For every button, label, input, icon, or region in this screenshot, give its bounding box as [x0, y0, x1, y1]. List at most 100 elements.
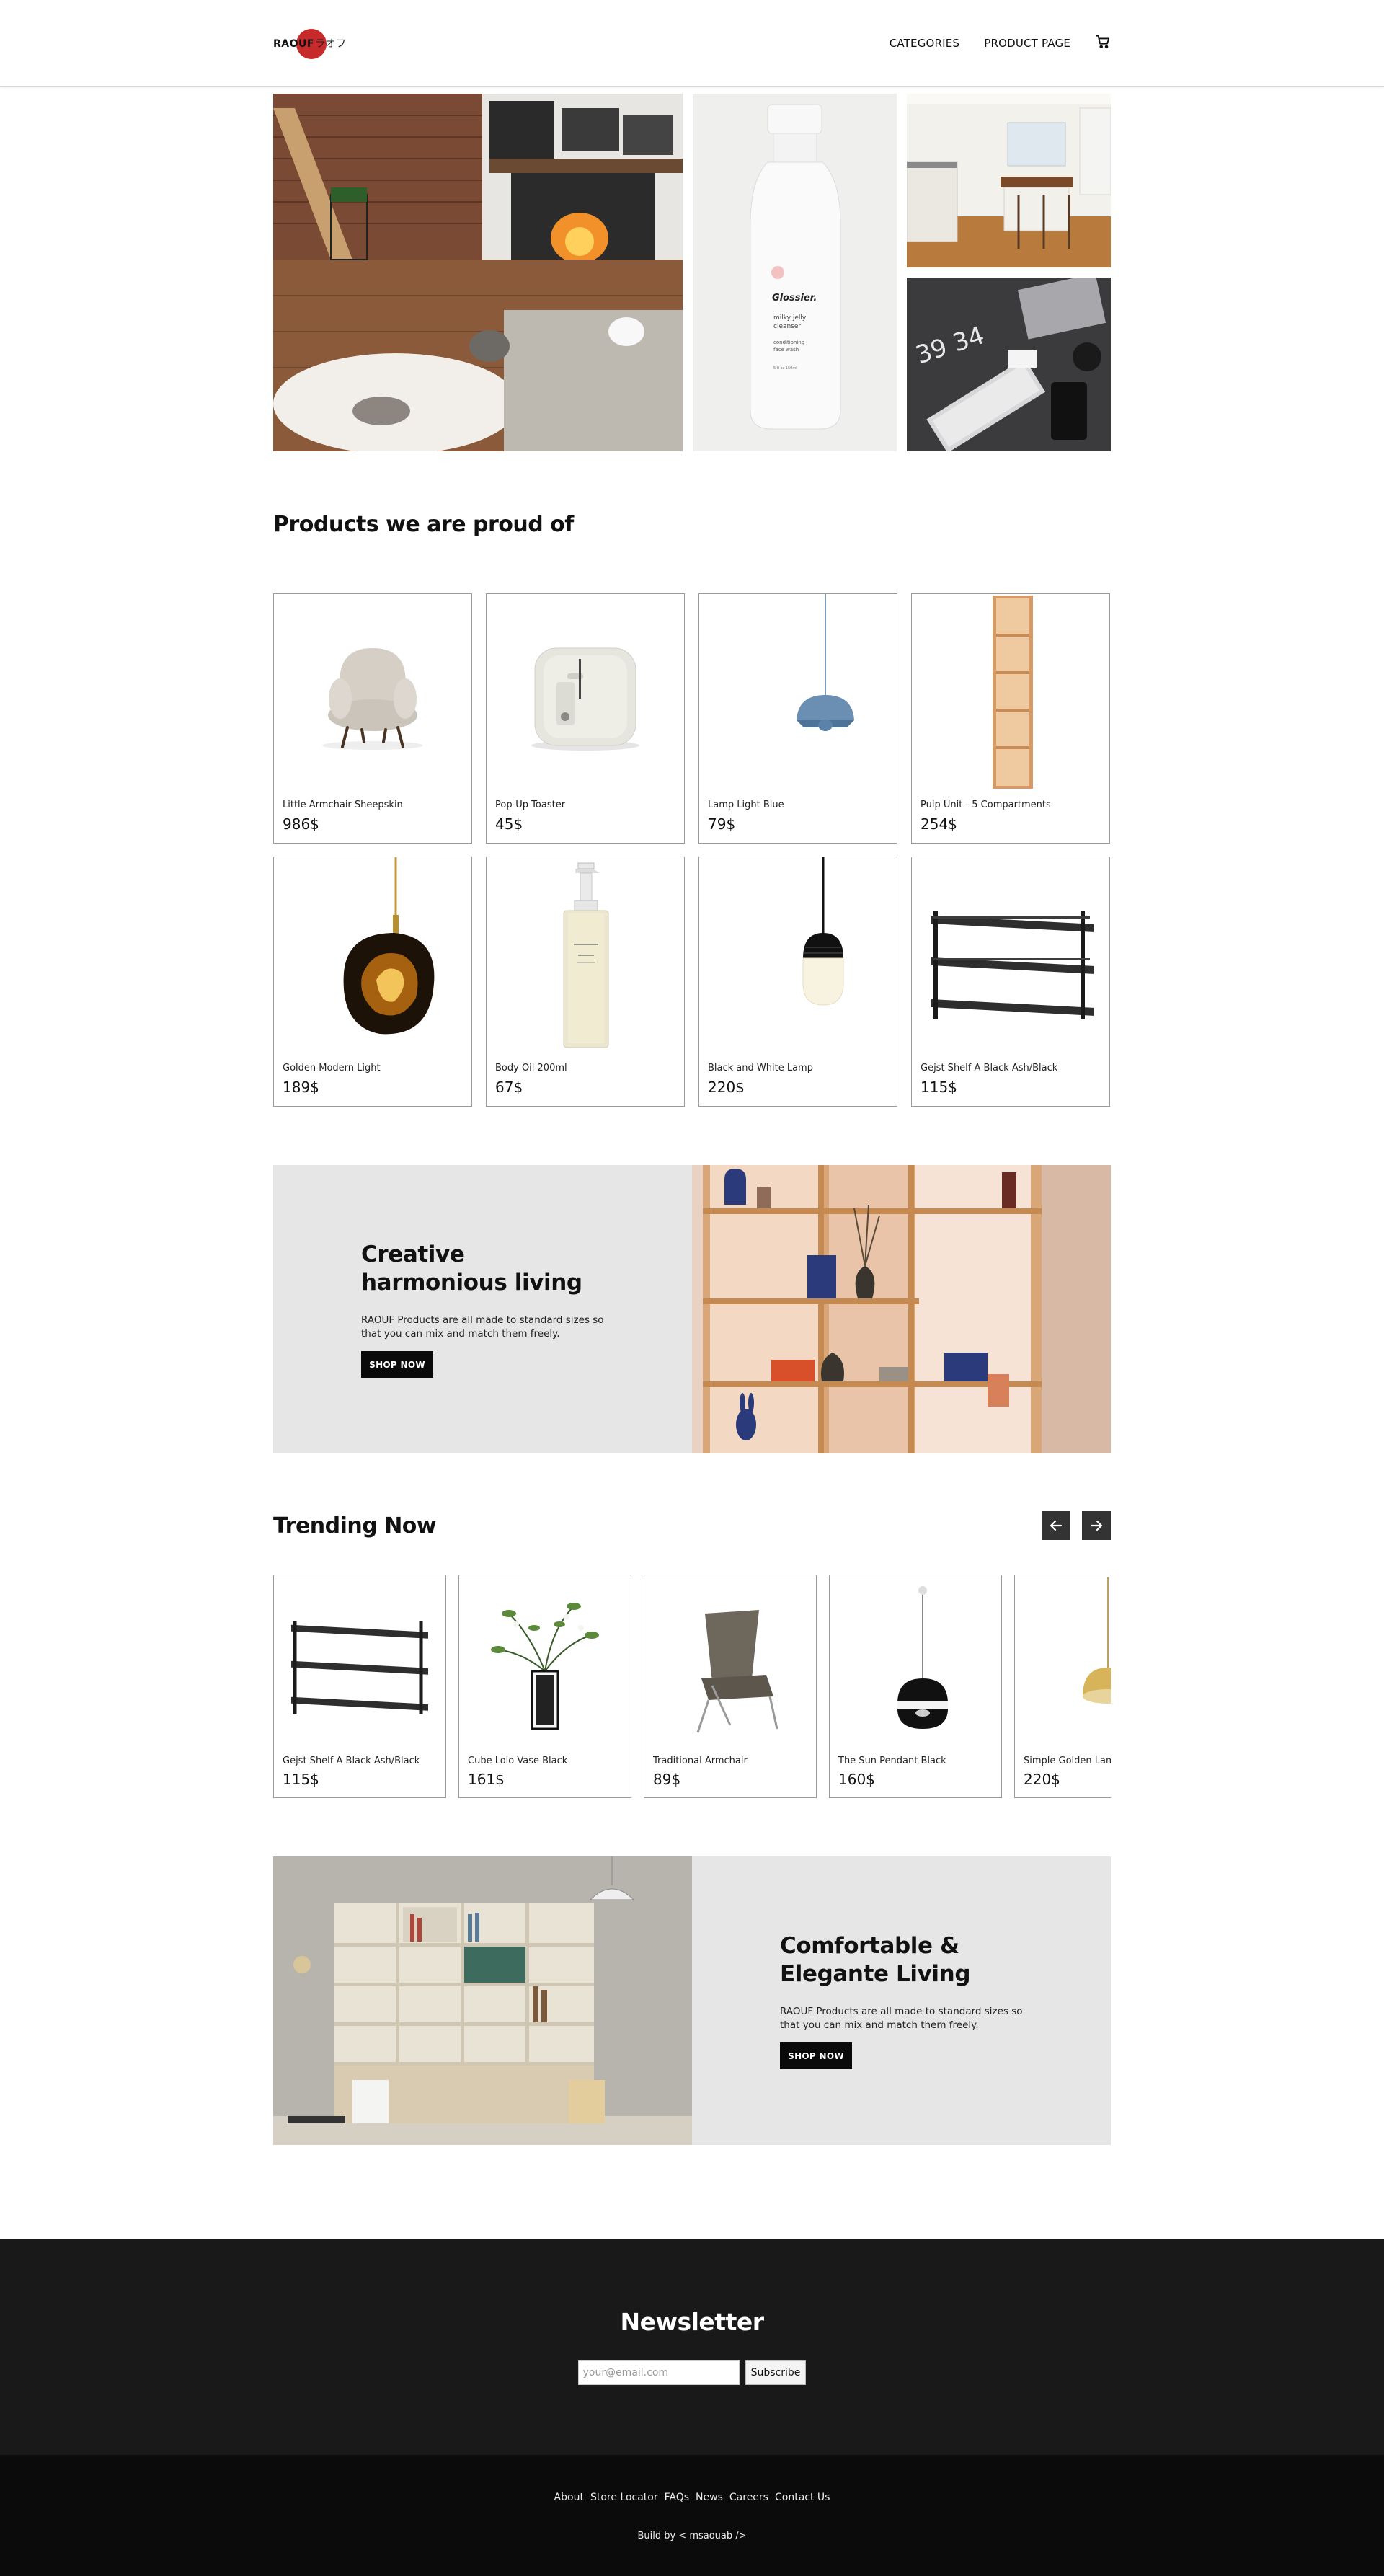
product-price: 67$ — [495, 1079, 523, 1096]
trending-price: 89$ — [653, 1771, 681, 1788]
trending-price: 161$ — [468, 1771, 505, 1788]
logo-jp-text: ラオフ — [314, 38, 347, 50]
footer-link-about[interactable]: About — [554, 2492, 584, 2503]
trending-carousel[interactable]: Gejst Shelf A Black Ash/Black 115$ Cube … — [273, 1575, 1111, 1798]
product-card[interactable]: Black and White Lamp 220$ — [698, 857, 897, 1107]
email-input[interactable] — [577, 2360, 740, 2385]
trending-image-vase — [459, 1575, 631, 1752]
product-name: Body Oil 200ml — [495, 1063, 567, 1074]
logo[interactable]: RAOUFラオフ — [273, 26, 346, 61]
footer-link-news[interactable]: News — [696, 2492, 723, 2503]
product-price: 45$ — [495, 815, 523, 833]
logo-text: RAOUF — [273, 38, 314, 50]
cart-icon[interactable] — [1095, 34, 1111, 53]
proud-section-title: Products we are proud of — [273, 512, 574, 537]
banner-title: Creative harmonious living — [361, 1241, 582, 1296]
banner-description: RAOUF Products are all made to standard … — [780, 2006, 1023, 2031]
product-image-blue-lamp — [699, 594, 897, 796]
trending-image-gejst-shelf — [274, 1575, 445, 1752]
bottle-brand-text: Glossier. — [772, 293, 817, 304]
proud-product-grid: Little Armchair Sheepskin 986$ Pop-Up To… — [273, 593, 1111, 1107]
footer-link-faqs[interactable]: FAQs — [665, 2492, 689, 2503]
hero-kitchen-image — [907, 94, 1111, 267]
trending-card[interactable]: Gejst Shelf A Black Ash/Black 115$ — [273, 1575, 446, 1798]
product-image-toaster — [487, 594, 684, 796]
trending-image-sun-pendant — [830, 1575, 1001, 1752]
shop-now-button[interactable]: SHOP NOW — [361, 1351, 433, 1378]
footer-link-careers[interactable]: Careers — [729, 2492, 768, 2503]
product-card[interactable]: Pop-Up Toaster 45$ — [486, 593, 685, 844]
product-image-armchair — [274, 594, 471, 796]
trending-card[interactable]: The Sun Pendant Black 160$ — [829, 1575, 1002, 1798]
bottle-line-4: face wash — [773, 347, 799, 353]
site-header: RAOUFラオフ CATEGORIES PRODUCT PAGE — [0, 0, 1384, 87]
nav-categories[interactable]: CATEGORIES — [890, 37, 960, 50]
trending-image-golden-lamp — [1015, 1575, 1111, 1752]
product-price: 189$ — [283, 1079, 319, 1096]
product-price: 986$ — [283, 815, 319, 833]
banner-shelf-image — [692, 1165, 1111, 1453]
carousel-next-button[interactable] — [1082, 1511, 1111, 1540]
hero-living-room-image — [273, 94, 683, 451]
trending-image-armchair — [644, 1575, 816, 1752]
bottle-line-1: milky jelly — [773, 314, 807, 322]
trending-name: Gejst Shelf A Black Ash/Black — [283, 1756, 420, 1766]
product-price: 220$ — [708, 1079, 745, 1096]
footer-link-contact[interactable]: Contact Us — [775, 2492, 830, 2503]
product-image-golden-light — [274, 857, 471, 1059]
product-name: Little Armchair Sheepskin — [283, 800, 403, 810]
arrow-left-icon — [1050, 1520, 1063, 1531]
bottle-line-3: conditioning — [773, 340, 804, 345]
hero-desk-image: 39 34 — [907, 278, 1111, 451]
trending-price: 220$ — [1024, 1771, 1060, 1788]
trending-price: 115$ — [283, 1771, 319, 1788]
trending-name: Traditional Armchair — [653, 1756, 748, 1766]
product-image-gejst-shelf — [912, 857, 1109, 1059]
product-card[interactable]: Lamp Light Blue 79$ — [698, 593, 897, 844]
bottle-line-5: 5 fl oz 150ml — [773, 366, 797, 371]
shop-now-button[interactable]: SHOP NOW — [780, 2042, 852, 2069]
product-card[interactable]: Little Armchair Sheepskin 986$ — [273, 593, 472, 844]
banner-description: RAOUF Products are all made to standard … — [361, 1314, 604, 1340]
product-price: 79$ — [708, 815, 736, 833]
product-name: Pop-Up Toaster — [495, 800, 566, 810]
hero-glossier-bottle-image: Glossier. milky jelly cleanser condition… — [693, 94, 897, 451]
footer-credit: Build by < msaouab /> — [637, 2531, 747, 2541]
newsletter-section: Newsletter Subscribe — [0, 2239, 1384, 2455]
hero-gallery: Glossier. milky jelly cleanser condition… — [273, 94, 1111, 451]
product-card[interactable]: Body Oil 200ml 67$ — [486, 857, 685, 1107]
trending-card[interactable]: Traditional Armchair 89$ — [644, 1575, 817, 1798]
product-name: Gejst Shelf A Black Ash/Black — [921, 1063, 1058, 1074]
product-image-black-white-lamp — [699, 857, 897, 1059]
trending-price: 160$ — [838, 1771, 875, 1788]
trending-title: Trending Now — [273, 1513, 437, 1539]
footer-links: About Store Locator FAQs News Careers Co… — [554, 2492, 830, 2503]
banner-comfortable: Comfortable & Elegante Living RAOUF Prod… — [273, 1856, 1111, 2145]
banner-creative: Creative harmonious living RAOUF Product… — [273, 1165, 1111, 1453]
footer-link-store-locator[interactable]: Store Locator — [590, 2492, 658, 2503]
product-card[interactable]: Golden Modern Light 189$ — [273, 857, 472, 1107]
product-name: Pulp Unit - 5 Compartments — [921, 800, 1051, 810]
banner-title: Comfortable & Elegante Living — [780, 1933, 971, 1987]
product-card[interactable]: Gejst Shelf A Black Ash/Black 115$ — [911, 857, 1110, 1107]
newsletter-title: Newsletter — [620, 2308, 764, 2336]
arrow-right-icon — [1090, 1520, 1103, 1531]
nav-product-page[interactable]: PRODUCT PAGE — [984, 37, 1070, 50]
subscribe-button[interactable]: Subscribe — [745, 2360, 807, 2385]
bottle-line-2: cleanser — [773, 323, 801, 330]
product-name: Golden Modern Light — [283, 1063, 381, 1074]
product-name: Black and White Lamp — [708, 1063, 813, 1074]
product-card[interactable]: Pulp Unit - 5 Compartments 254$ — [911, 593, 1110, 844]
trending-card[interactable]: Cube Lolo Vase Black 161$ — [458, 1575, 631, 1798]
site-footer: About Store Locator FAQs News Careers Co… — [0, 2455, 1384, 2576]
trending-name: Simple Golden Lamp — [1024, 1756, 1111, 1766]
trending-card[interactable]: Simple Golden Lamp 220$ — [1014, 1575, 1111, 1798]
product-price: 115$ — [921, 1079, 957, 1096]
product-image-body-oil — [487, 857, 684, 1059]
newsletter-form: Subscribe — [577, 2360, 807, 2385]
trending-name: Cube Lolo Vase Black — [468, 1756, 568, 1766]
banner-bookshelf-image — [273, 1856, 692, 2145]
carousel-prev-button[interactable] — [1042, 1511, 1070, 1540]
product-price: 254$ — [921, 815, 957, 833]
trending-name: The Sun Pendant Black — [838, 1756, 946, 1766]
